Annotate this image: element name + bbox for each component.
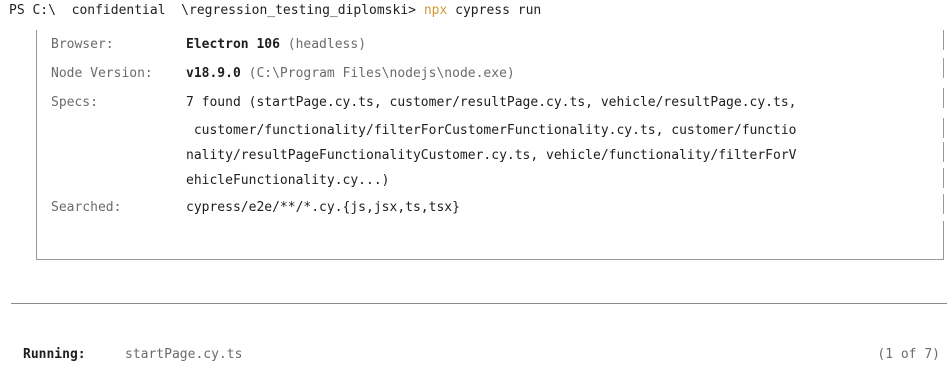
info-box-right-border — [943, 221, 944, 259]
npx-command: npx — [423, 3, 448, 18]
specs-line: customer/functionality/filterForCustomer… — [186, 123, 797, 138]
searched-value: cypress/e2e/**/*.cy.{js,jsx,ts,tsx} — [186, 200, 460, 215]
section-separator — [11, 303, 947, 304]
command-args: cypress run — [447, 3, 542, 18]
browser-value: Electron 106 (headless) — [186, 37, 367, 52]
node-version-value: v18.9.0 (C:\Program Files\nodejs\node.ex… — [186, 66, 515, 81]
info-box-right-border — [943, 194, 944, 214]
running-label: Running: — [23, 347, 86, 362]
specs-line: nality/resultPageFunctionalityCustomer.c… — [186, 148, 797, 163]
info-box-right-border — [943, 118, 944, 138]
info-box-right-border — [943, 168, 944, 188]
info-box-right-border — [943, 30, 944, 50]
info-box-left-border — [36, 30, 37, 260]
info-box-bottom-border — [36, 259, 944, 260]
browser-label: Browser: — [51, 37, 114, 52]
specs-line: 7 found (startPage.cy.ts, customer/resul… — [186, 95, 797, 110]
info-box-right-border — [943, 88, 944, 108]
specs-label: Specs: — [51, 95, 98, 110]
terminal-prompt-line: PS C:\ confidential \regression_testing_… — [9, 1, 541, 21]
info-box-right-border — [943, 142, 944, 162]
specs-line: ehicleFunctionality.cy...) — [186, 173, 390, 188]
prompt-prefix: PS C:\ confidential \regression_testing_… — [9, 3, 424, 18]
running-count: (1 of 7) — [877, 347, 940, 362]
searched-label: Searched: — [51, 200, 122, 215]
info-box-right-border — [943, 58, 944, 78]
node-version-label: Node Version: — [51, 66, 153, 81]
running-spec: startPage.cy.ts — [125, 347, 243, 362]
